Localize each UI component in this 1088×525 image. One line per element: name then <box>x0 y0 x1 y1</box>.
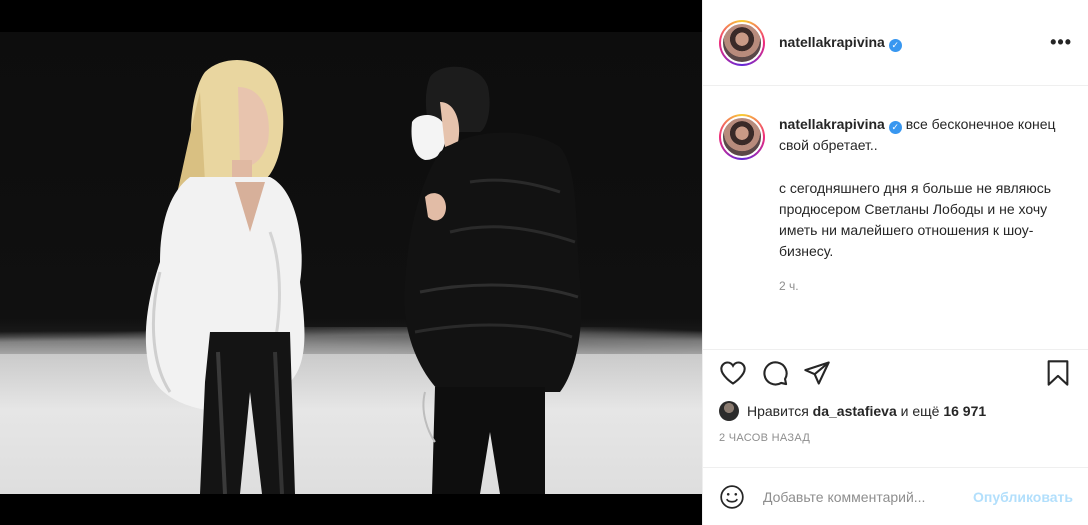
likes-count[interactable]: 16 971 <box>943 403 986 419</box>
man-figure <box>404 66 582 494</box>
likes-and-more: и ещё <box>900 403 940 419</box>
liker-avatar[interactable] <box>719 401 739 421</box>
post-header: natellakrapivina ✓ ••• <box>703 0 1088 86</box>
caption-time[interactable]: 2 ч. <box>779 276 1069 297</box>
woman-figure <box>145 60 305 494</box>
caption-username[interactable]: natellakrapivina <box>779 116 885 132</box>
share-icon[interactable] <box>803 359 831 387</box>
post-photo <box>0 32 702 494</box>
heart-icon[interactable] <box>719 359 747 387</box>
liker-username[interactable]: da_astafieva <box>813 403 897 419</box>
avatar-image <box>721 21 763 64</box>
instagram-post: natellakrapivina ✓ ••• natellakrapivina ✓ … <box>0 0 1088 525</box>
publish-button[interactable]: Опубликовать <box>973 489 1073 505</box>
post-media[interactable] <box>0 0 702 525</box>
post-timestamp[interactable]: 2 ЧАСОВ НАЗАД <box>703 426 1088 454</box>
post-side-panel: natellakrapivina ✓ ••• natellakrapivina ✓ … <box>702 0 1088 525</box>
author-username-text[interactable]: natellakrapivina <box>779 34 885 50</box>
avatar-image <box>721 116 763 158</box>
action-bar <box>703 350 1088 396</box>
more-options-icon[interactable]: ••• <box>1050 32 1072 53</box>
verified-badge-icon: ✓ <box>888 38 902 52</box>
comment-icon[interactable] <box>761 359 789 387</box>
likes-summary[interactable]: Нравится da_astafieva и ещё 16 971 <box>703 396 1088 426</box>
caption-first-line: natellakrapivina ✓ все бесконечное конец … <box>779 114 1069 156</box>
caption-paragraph: с сегодняшнего дня я больше не являюсь п… <box>779 180 1052 259</box>
photo-figures <box>145 60 582 494</box>
likes-prefix: Нравится <box>747 403 809 419</box>
caption-author-avatar[interactable] <box>719 114 765 160</box>
author-username[interactable]: natellakrapivina ✓ <box>779 34 902 52</box>
bookmark-icon[interactable] <box>1044 359 1072 387</box>
emoji-icon[interactable] <box>719 484 745 510</box>
comments-section: natellakrapivina ✓ все бесконечное конец … <box>703 86 1088 350</box>
author-avatar[interactable] <box>719 19 765 66</box>
comment-box: Опубликовать <box>703 467 1088 525</box>
post-caption: natellakrapivina ✓ все бесконечное конец … <box>779 114 1069 349</box>
verified-badge-icon: ✓ <box>888 121 902 134</box>
comment-input[interactable] <box>763 488 963 505</box>
